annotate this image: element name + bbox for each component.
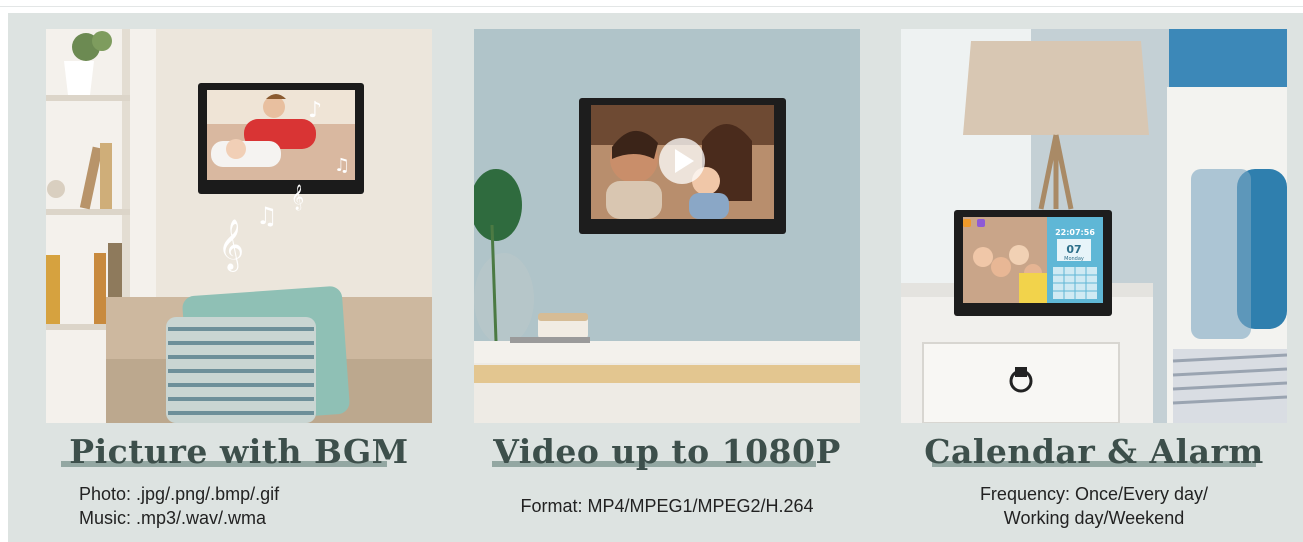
feature-description-line: Photo: .jpg/.png/.bmp/.gif (79, 484, 280, 504)
feature-title: Calendar & Alarm (924, 432, 1264, 471)
feature-title-group: Video up to 1080P (474, 432, 860, 472)
feature-image-video (474, 29, 860, 423)
feature-card-calendar-alarm: 22:07:56 07 Monday Calendar & Alarm Freq… (901, 0, 1287, 542)
svg-text:♫: ♫ (334, 155, 350, 176)
feature-title: Video up to 1080P (493, 432, 841, 471)
calendar-day: 07 (1066, 243, 1081, 256)
feature-title-group: Picture with BGM (46, 432, 432, 472)
feature-description-line: Format: MP4/MPEG1/MPEG2/H.264 (520, 496, 814, 516)
feature-image-calendar-alarm: 22:07:56 07 Monday (901, 29, 1287, 423)
feature-description: Format: MP4/MPEG1/MPEG2/H.264 (474, 494, 860, 518)
feature-description-line: Music: .mp3/.wav/.wma (79, 508, 267, 528)
feature-description: Photo: .jpg/.png/.bmp/.gif Music: .mp3/.… (46, 482, 432, 530)
left-gutter (0, 13, 8, 542)
calendar-time: 22:07:56 (1055, 228, 1095, 237)
feature-title: Picture with BGM (69, 432, 409, 471)
svg-text:𝄞: 𝄞 (291, 184, 304, 210)
svg-text:𝄞: 𝄞 (218, 219, 244, 272)
svg-text:♫: ♫ (256, 202, 278, 230)
feature-description-line: Working day/Weekend (1003, 508, 1185, 528)
feature-image-picture-bgm: ♪ ♫ 𝄞 𝄞 ♫ (46, 29, 432, 423)
feature-description: Frequency: Once/Every day/ Working day/W… (901, 482, 1287, 530)
calendar-weekday: Monday (1064, 256, 1084, 262)
feature-title-group: Calendar & Alarm (901, 432, 1287, 472)
feature-card-video: Video up to 1080P Format: MP4/MPEG1/MPEG… (474, 0, 860, 542)
product-feature-banner: ♪ ♫ 𝄞 𝄞 ♫ Picture with BGM Photo: .jpg/.… (0, 0, 1303, 542)
feature-description-line: Frequency: Once/Every day/ (979, 484, 1209, 504)
feature-card-picture-bgm: ♪ ♫ 𝄞 𝄞 ♫ Picture with BGM Photo: .jpg/.… (46, 0, 432, 542)
svg-text:♪: ♪ (308, 98, 322, 123)
